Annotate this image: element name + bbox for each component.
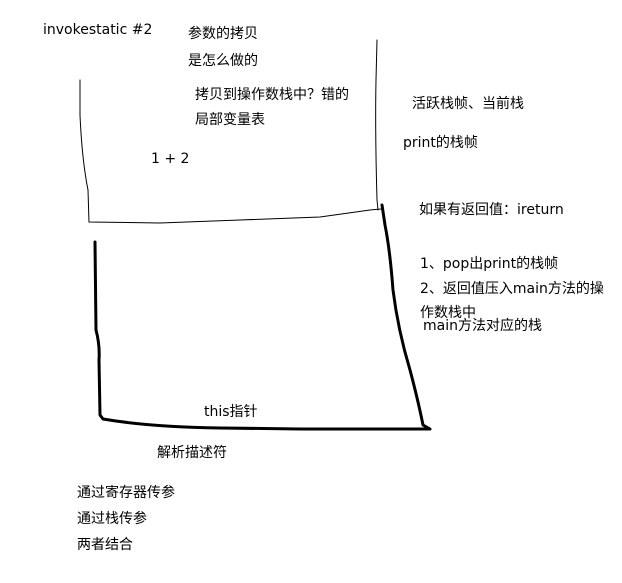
return-value-note: 如果有返回值：ireturn xyxy=(419,202,564,218)
lower-frame-outline xyxy=(93,203,432,431)
expression-note: 1 + 2 xyxy=(151,151,190,167)
param-copy-note-line2: 是怎么做的 xyxy=(188,53,258,69)
descriptor-note: 解析描述符 xyxy=(157,445,227,461)
active-frame-note: 活跃栈帧、当前栈 xyxy=(412,96,524,112)
invokestatic-note: invokestatic #2 xyxy=(43,22,153,38)
pass-stack-note: 通过栈传参 xyxy=(77,511,147,527)
main-stack-note: main方法对应的栈 xyxy=(423,318,542,334)
step1-note: 1、pop出print的栈帧 xyxy=(420,256,559,272)
pass-register-note: 通过寄存器传参 xyxy=(77,485,175,501)
copy-to-stack-note-line1: 拷贝到操作数栈中？错的 xyxy=(195,87,349,103)
this-pointer-note: this指针 xyxy=(204,404,258,420)
local-var-table-note: 局部变量表 xyxy=(195,112,265,128)
step2-note-line1: 2、返回值压入main方法的操 xyxy=(420,281,604,297)
print-frame-note: print的栈帧 xyxy=(403,135,478,151)
combined-note: 两者结合 xyxy=(77,537,133,553)
param-copy-note-line1: 参数的拷贝 xyxy=(188,26,258,42)
